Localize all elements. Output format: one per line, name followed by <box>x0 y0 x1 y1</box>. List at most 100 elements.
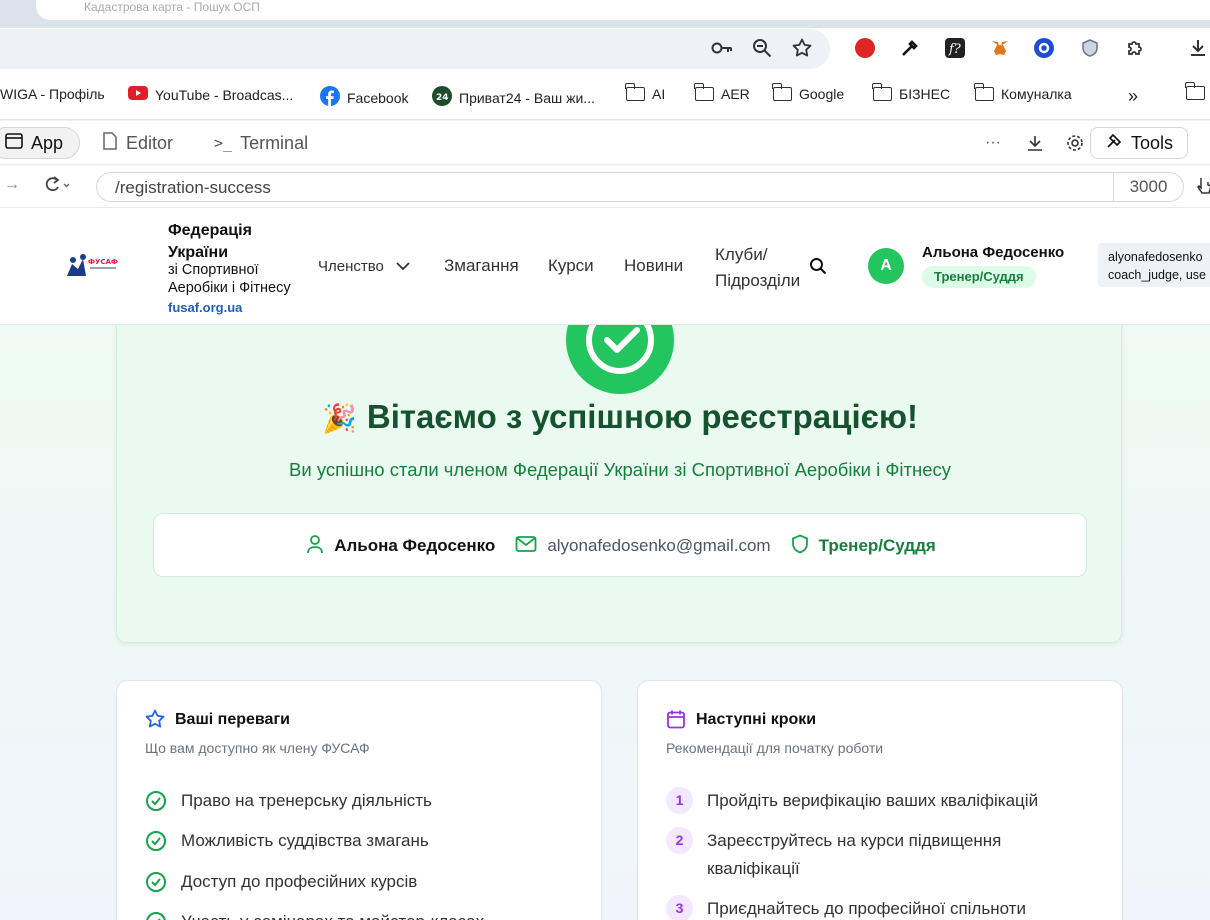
tab-app[interactable]: App <box>0 127 81 159</box>
nav-membership[interactable]: Членство <box>318 258 410 275</box>
list-item: Можливість суддівства змагань <box>145 827 429 861</box>
bookmark-folder-aer[interactable]: AER <box>694 83 750 102</box>
list-item: 1 Пройдіть верифікацію ваших кваліфікаці… <box>666 787 1086 815</box>
brand-title: Федерація України <box>168 222 252 261</box>
user-icon <box>306 534 324 559</box>
benefits-title: Ваші переваги <box>175 711 290 728</box>
tab-title: Кадастрова карта - Пошук ОСП <box>84 0 260 14</box>
brand-url[interactable]: fusaf.org.ua <box>168 300 242 315</box>
pointer-icon[interactable] <box>1196 176 1210 201</box>
check-circle-icon <box>145 871 167 902</box>
list-item: Доступ до професійних курсів <box>145 868 417 902</box>
forward-arrow-icon[interactable]: → <box>4 176 20 194</box>
tools-icon <box>1105 132 1123 155</box>
list-item: Право на тренерську діяльність <box>145 787 432 821</box>
tab-terminal[interactable]: >_ Terminal <box>214 127 308 159</box>
zoom-icon[interactable] <box>752 38 772 58</box>
fusaf-logo[interactable]: ФУСАФ <box>64 252 120 287</box>
youtube-icon <box>128 86 148 103</box>
browser-tab-strip: Кадастрова карта - Пошук ОСП <box>0 0 1210 28</box>
summary-email: alyonafedosenko@gmail.com <box>515 535 771 558</box>
bookmark-folder-komunalka[interactable]: Комуналка <box>974 83 1072 102</box>
nav-courses[interactable]: Курси <box>548 256 594 276</box>
bookmark-star-icon[interactable] <box>792 38 812 58</box>
adblock-extension-icon[interactable] <box>855 38 875 58</box>
metamask-extension-icon[interactable] <box>990 38 1010 58</box>
next-steps-title: Наступні кроки <box>696 711 817 728</box>
bookmark-folder-ai[interactable]: AI <box>625 83 665 102</box>
bookmark-folder-overflow[interactable] <box>1185 82 1205 100</box>
svg-text:ФУСАФ: ФУСАФ <box>88 258 118 266</box>
summary-name: Альона Федосенко <box>306 534 495 559</box>
port-selector[interactable]: 3000 <box>1113 173 1183 201</box>
svg-text:f?: f? <box>948 42 962 57</box>
omnibox[interactable] <box>0 29 830 69</box>
list-item: 2 Зареєструйтесь на курси підвищення ква… <box>666 827 1046 883</box>
check-circle-icon <box>145 911 167 920</box>
folder-icon <box>625 83 645 101</box>
replit-toolbar: App Editor >_ Terminal ··· Tools <box>0 121 1210 165</box>
bookmark-folder-google[interactable]: Google <box>772 83 844 102</box>
step-number: 3 <box>666 895 693 920</box>
privat24-icon: 24 <box>432 86 452 109</box>
user-debug-info: alyonafedosenko coach_judge, use <box>1098 243 1210 287</box>
terminal-icon: >_ <box>214 134 233 152</box>
folder-icon <box>772 83 792 101</box>
search-icon[interactable] <box>809 257 827 280</box>
tab-editor[interactable]: Editor <box>102 127 173 159</box>
bookmark-wiga[interactable]: WIGA - Профіль <box>0 86 105 102</box>
folder-icon <box>872 83 892 101</box>
benefits-card: Ваші переваги Що вам доступно як члену Ф… <box>116 680 602 920</box>
brand-subtitle: зі Спортивної Аеробіки і Фітнесу <box>168 262 291 296</box>
avatar[interactable]: А <box>868 248 904 284</box>
benefits-subtitle: Що вам доступно як члену ФУСАФ <box>145 740 370 756</box>
bookmarks-bar: WIGA - Профіль YouTube - Broadcas... Fac… <box>0 70 1210 120</box>
hero-title: 🎉 Вітаємо з успішною реєстрацією! <box>321 398 919 435</box>
nav-clubs[interactable]: Клуби/ Підрозділи <box>715 242 810 294</box>
next-steps-card: Наступні кроки Рекомендації для початку … <box>637 680 1123 920</box>
settings-gear-icon[interactable] <box>1066 127 1084 159</box>
success-hero-card: 🎉 Вітаємо з успішною реєстрацією! Ви успі… <box>116 325 1122 643</box>
folder-icon <box>974 83 994 101</box>
download-icon[interactable] <box>1026 127 1044 159</box>
bookmark-folder-business[interactable]: БІЗНЕС <box>872 83 950 102</box>
svg-text:24: 24 <box>436 93 449 103</box>
blue-circle-extension-icon[interactable] <box>1034 38 1054 58</box>
next-steps-subtitle: Рекомендації для початку роботи <box>666 740 884 756</box>
eyedropper-extension-icon[interactable] <box>900 38 920 58</box>
bookmark-facebook[interactable]: Facebook <box>320 86 408 109</box>
nav-news[interactable]: Новини <box>624 256 683 276</box>
extensions-puzzle-icon[interactable] <box>1125 38 1145 58</box>
list-item: Участь у семінарах та майстер-класах <box>145 908 484 920</box>
party-popper-icon: 🎉 <box>321 403 357 434</box>
more-options-icon[interactable]: ··· <box>985 127 1001 159</box>
bookmark-privat24[interactable]: 24 Приват24 - Ваш жи... <box>432 86 595 109</box>
check-circle-icon <box>145 790 167 821</box>
file-icon <box>102 131 118 155</box>
nav-competitions[interactable]: Змагання <box>444 256 519 276</box>
webview-url-input[interactable]: /registration-success 3000 <box>96 172 1184 202</box>
check-circle-icon <box>145 830 167 861</box>
shield-icon <box>791 534 809 559</box>
key-icon[interactable] <box>711 38 732 58</box>
bookmark-youtube[interactable]: YouTube - Broadcas... <box>128 86 293 103</box>
mail-icon <box>515 535 537 558</box>
download-icon[interactable] <box>1188 38 1208 58</box>
browser-active-tab[interactable]: Кадастрова карта - Пошук ОСП <box>36 0 1210 20</box>
fontface-extension-icon[interactable]: f? <box>945 38 965 58</box>
shield-extension-icon[interactable] <box>1080 38 1100 58</box>
chevron-down-icon <box>396 258 410 275</box>
reload-icon[interactable] <box>42 175 70 200</box>
browser-address-row: f? <box>0 28 1210 70</box>
url-path: /registration-success <box>115 178 271 197</box>
user-summary-box: Альона Федосенко alyonafedosenko@gmail.c… <box>153 513 1087 577</box>
folder-icon <box>1185 82 1205 100</box>
site-header: ФУСАФ Федерація України зі Спортивної Ае… <box>0 208 1210 325</box>
folder-icon <box>694 83 714 101</box>
bookmarks-overflow-chevron-icon[interactable]: » <box>1128 86 1138 107</box>
role-badge: Тренер/Суддя <box>922 266 1036 288</box>
webview-url-row: → /registration-success 3000 <box>0 166 1210 208</box>
hero-subtitle: Ви успішно стали членом Федерації Україн… <box>289 459 951 480</box>
facebook-icon <box>320 86 340 109</box>
tools-button[interactable]: Tools <box>1089 127 1188 159</box>
